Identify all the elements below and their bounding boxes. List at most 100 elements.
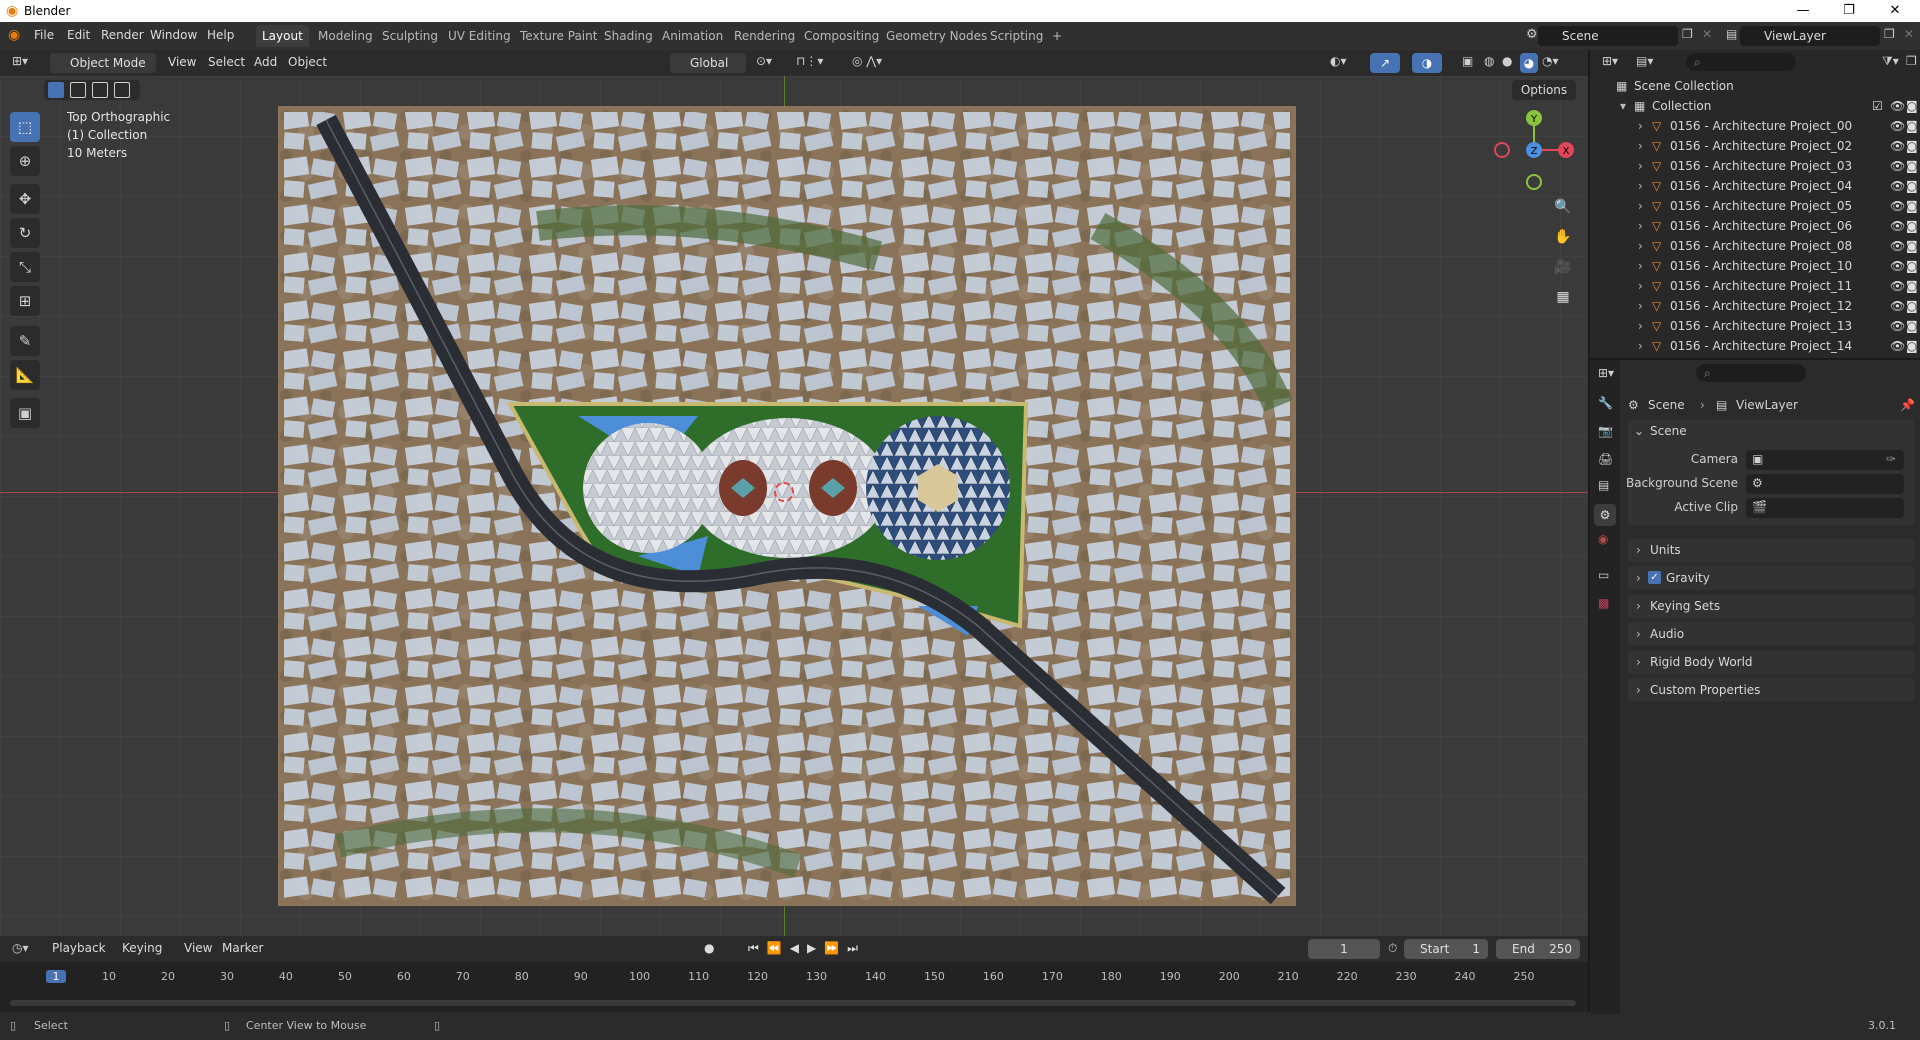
outliner-object-row[interactable]: › ▽ 0156 - Architecture Project_00 👁 ◙ [1590, 116, 1920, 136]
new-scene-icon[interactable]: ❐ [1682, 27, 1693, 41]
keying-sets-panel[interactable]: › Keying Sets [1628, 594, 1914, 618]
pin-icon[interactable]: 📌 [1900, 398, 1915, 412]
blender-menu-icon[interactable]: ◉ [8, 27, 20, 43]
preview-range-icon[interactable]: ⏱ [1388, 941, 1397, 956]
filter-icon[interactable]: ⧩▾ [1882, 54, 1899, 69]
select-box-tool[interactable]: ⬚ [10, 112, 40, 142]
new-viewlayer-icon[interactable]: ❐ [1884, 27, 1895, 41]
rendered-shading-icon[interactable]: ◔▾ [1542, 54, 1559, 68]
tool-tab-icon[interactable]: 🔧 [1598, 396, 1613, 410]
delete-viewlayer-icon[interactable]: ✕ [1904, 27, 1914, 41]
xray-icon[interactable]: ▣ [1462, 54, 1473, 68]
properties-editor[interactable]: ⊞▾ ⌕ 🔧 📷 🖨 ▤ ⚙ ◉ ▭ ▩ ⚙ Scene › ▤ ViewLay… [1588, 358, 1920, 1014]
visibility-eye-icon[interactable]: 👁 [1890, 96, 1905, 116]
outliner-object-row[interactable]: › ▽ 0156 - Architecture Project_11 👁 ◙ [1590, 276, 1920, 296]
3d-viewport[interactable]: Top Orthographic (1) Collection 10 Meter… [0, 76, 1588, 936]
menu-window[interactable]: Window [150, 28, 197, 42]
visibility-icon[interactable]: ◐▾ [1330, 54, 1347, 68]
render-camera-icon[interactable]: ◙ [1906, 116, 1918, 136]
editor-type-icon[interactable]: ⊞▾ [12, 54, 28, 68]
delete-scene-icon[interactable]: ✕ [1702, 27, 1712, 41]
scene-name-field[interactable]: Scene [1538, 26, 1678, 46]
display-mode-icon[interactable]: ▤▾ [1636, 54, 1653, 68]
expand-object-icon[interactable]: › [1638, 296, 1643, 316]
outliner-collection[interactable]: ▾ ▦ Collection ☑ 👁 ◙ [1590, 96, 1920, 116]
visibility-eye-icon[interactable]: 👁 [1890, 336, 1905, 356]
expand-object-icon[interactable]: › [1638, 316, 1643, 336]
output-tab-icon[interactable]: 🖨 [1598, 452, 1613, 466]
scene-panel-chevron-icon[interactable]: ⌄ [1634, 424, 1644, 438]
properties-editor-icon[interactable]: ⊞▾ [1598, 366, 1614, 380]
camera-field[interactable] [1746, 450, 1904, 470]
material-preview-icon[interactable]: ◕ [1520, 53, 1538, 73]
timeline-body[interactable]: 1 10 20 30 40 50 60 70 80 90 100 110 120 130 140 150 160… [0, 962, 1588, 1012]
timeline-scrollbar[interactable] [10, 1000, 1576, 1006]
outliner-scene-collection[interactable]: ▦ Scene Collection [1590, 76, 1920, 96]
tab-layout[interactable]: Layout [256, 25, 309, 47]
playhead[interactable]: 1 [46, 970, 66, 983]
add-workspace-button[interactable]: + [1046, 25, 1068, 47]
camera-view-icon[interactable]: 🎥 [1550, 254, 1576, 280]
scene-selector-icon[interactable]: ⚙ [1526, 27, 1538, 42]
tab-scripting[interactable]: Scripting [984, 25, 1049, 47]
visibility-eye-icon[interactable]: 👁 [1890, 196, 1905, 216]
wireframe-shading-icon[interactable]: ◍ [1484, 54, 1494, 68]
pan-hand-icon[interactable]: ✋ [1550, 224, 1576, 250]
texture-tab-icon[interactable]: ▩ [1598, 596, 1609, 610]
rotate-tool[interactable]: ↻ [10, 218, 40, 248]
object-mode-dropdown[interactable]: Object Mode [50, 53, 156, 73]
units-panel[interactable]: › Units [1628, 538, 1914, 562]
expand-object-icon[interactable]: › [1638, 156, 1643, 176]
menu-help[interactable]: Help [207, 28, 234, 42]
select-new-icon[interactable] [48, 82, 64, 98]
audio-panel[interactable]: › Audio [1628, 622, 1914, 646]
menu-playback[interactable]: Playback [52, 941, 106, 955]
visibility-eye-icon[interactable]: 👁 [1890, 256, 1905, 276]
measure-tool[interactable]: 📐 [10, 360, 40, 390]
add-cube-tool[interactable]: ▣ [10, 398, 40, 428]
expand-object-icon[interactable]: › [1638, 276, 1643, 296]
menu-view[interactable]: View [168, 55, 196, 69]
overlay-toggle-icon[interactable]: ◑ [1412, 53, 1442, 73]
options-dropdown[interactable]: Options [1512, 80, 1576, 100]
scale-tool[interactable]: ⤡ [10, 252, 40, 282]
menu-timeline-view[interactable]: View [184, 941, 212, 955]
outliner-object-row[interactable]: › ▽ 0156 - Architecture Project_02 👁 ◙ [1590, 136, 1920, 156]
visibility-eye-icon[interactable]: 👁 [1890, 216, 1905, 236]
scene-panel-title[interactable]: Scene [1650, 424, 1687, 438]
properties-search-input[interactable]: ⌕ [1696, 364, 1806, 382]
outliner-object-row[interactable]: › ▽ 0156 - Architecture Project_13 👁 ◙ [1590, 316, 1920, 336]
frame-ruler[interactable]: 1 10 20 30 40 50 60 70 80 90 100 110 120 130 140 150 160… [0, 968, 1588, 988]
render-camera-icon[interactable]: ◙ [1906, 176, 1918, 196]
menu-marker[interactable]: Marker [222, 941, 263, 955]
visibility-eye-icon[interactable]: 👁 [1890, 236, 1905, 256]
proportional-edit-icon[interactable]: ◎ ⋀▾ [852, 54, 882, 68]
gizmo-toggle-icon[interactable]: ↗ [1370, 53, 1400, 73]
render-camera-icon[interactable]: ◙ [1906, 196, 1918, 216]
transform-tool[interactable]: ⊞ [10, 286, 40, 316]
outliner-object-row[interactable]: › ▽ 0156 - Architecture Project_10 👁 ◙ [1590, 256, 1920, 276]
render-camera-icon[interactable]: ◙ [1906, 316, 1918, 336]
visibility-eye-icon[interactable]: 👁 [1890, 276, 1905, 296]
viewlayer-selector-icon[interactable]: ▤ [1726, 27, 1737, 41]
tab-sculpting[interactable]: Sculpting [376, 25, 444, 47]
custom-properties-panel[interactable]: › Custom Properties [1628, 678, 1914, 702]
restore-icon[interactable]: ❐ [1826, 0, 1872, 22]
outliner-object-row[interactable]: › ▽ 0156 - Architecture Project_04 👁 ◙ [1590, 176, 1920, 196]
visibility-eye-icon[interactable]: 👁 [1890, 316, 1905, 336]
transform-orientation-dropdown[interactable]: Global [670, 53, 746, 73]
ortho-grid-icon[interactable]: ▦ [1550, 284, 1576, 310]
render-camera-icon[interactable]: ◙ [1906, 136, 1918, 156]
collection-tab-icon[interactable]: ▭ [1598, 568, 1609, 582]
render-tab-icon[interactable]: 📷 [1598, 424, 1613, 438]
viewlayer-name-field[interactable]: ViewLayer [1740, 26, 1880, 46]
menu-edit[interactable]: Edit [67, 28, 90, 42]
menu-select[interactable]: Select [208, 55, 245, 69]
outliner-object-row[interactable]: › ▽ 0156 - Architecture Project_06 👁 ◙ [1590, 216, 1920, 236]
tab-animation[interactable]: Animation [656, 25, 729, 47]
select-intersect-icon[interactable] [114, 82, 130, 98]
cursor-tool[interactable]: ⊕ [10, 146, 40, 176]
tab-uv-editing[interactable]: UV Editing [442, 25, 517, 47]
outliner-object-row[interactable]: › ▽ 0156 - Architecture Project_03 👁 ◙ [1590, 156, 1920, 176]
annotate-tool[interactable]: ✎ [10, 326, 40, 356]
